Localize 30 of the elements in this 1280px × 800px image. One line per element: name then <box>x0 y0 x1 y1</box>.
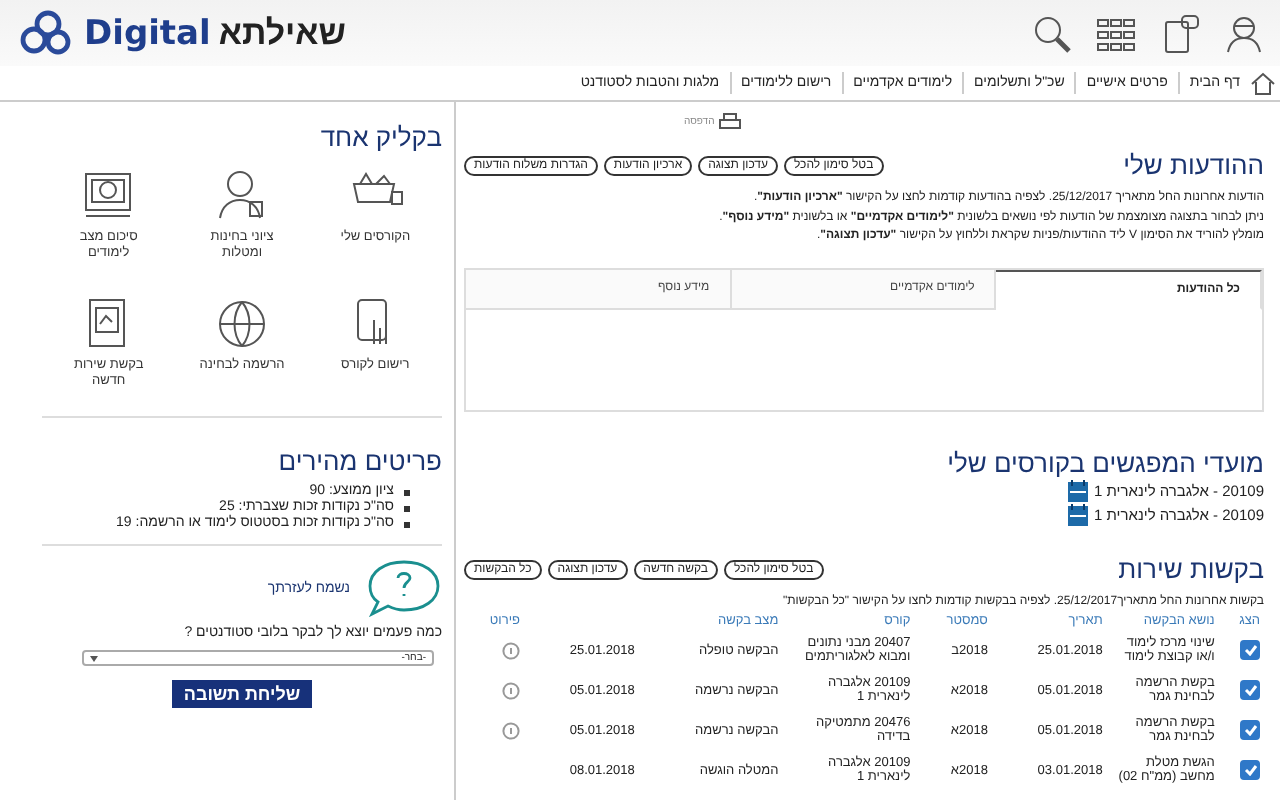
search-icon[interactable] <box>1032 13 1072 53</box>
checkbox[interactable] <box>1240 680 1260 700</box>
info-icon[interactable] <box>501 721 520 739</box>
info-icon[interactable] <box>501 681 520 699</box>
section-title: פריטים מהירים <box>276 446 442 476</box>
question-bubble-icon <box>366 558 442 618</box>
calendar-icon <box>1068 480 1089 502</box>
home-icon[interactable] <box>1250 71 1276 95</box>
monitor-icon <box>80 168 137 222</box>
logo-icon <box>20 9 76 57</box>
logo-text: Digital <box>84 13 211 53</box>
grid-menu-icon[interactable] <box>1096 13 1136 53</box>
user-icon[interactable] <box>1224 13 1264 53</box>
bullet-icon <box>404 522 410 528</box>
checkbox[interactable] <box>1240 720 1260 740</box>
tablet-chat-icon[interactable] <box>1160 13 1200 53</box>
section-title: ההודעות שלי <box>1123 150 1264 180</box>
bullet-icon <box>404 490 410 496</box>
bullet-icon <box>404 506 410 512</box>
checkbox[interactable] <box>1240 760 1260 780</box>
printer-icon <box>718 112 743 132</box>
section-title: בקשות שירות <box>1118 554 1264 584</box>
section-title: מועדי המפגשים בקורסים שלי <box>945 448 1264 478</box>
calendar-icon <box>1068 504 1089 526</box>
globe-icon <box>214 296 271 350</box>
site-name: שאילתא <box>218 13 346 53</box>
info-icon[interactable] <box>501 641 520 659</box>
submit-button[interactable]: שליחת תשובה <box>171 680 313 708</box>
checkbox[interactable] <box>1240 640 1260 660</box>
section-title: בקליק אחד <box>318 122 442 152</box>
